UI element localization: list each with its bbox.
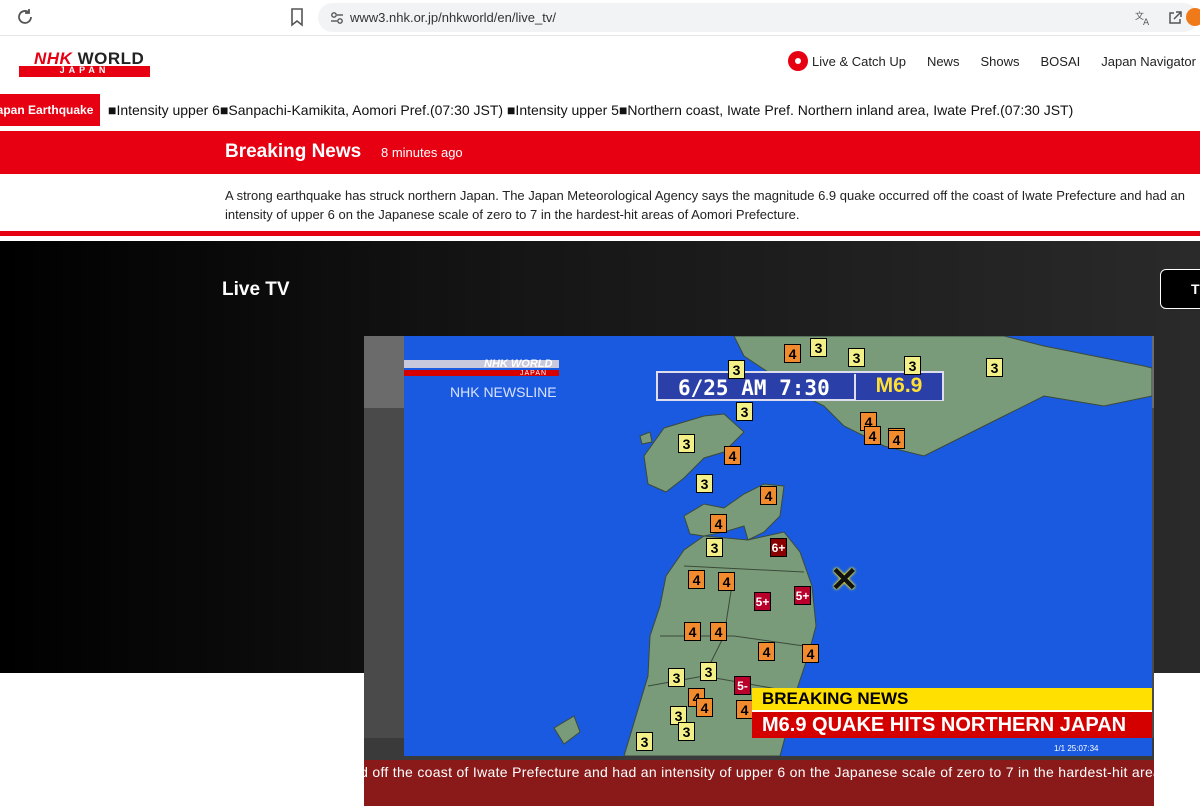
intensity-marker: 4 (688, 570, 705, 589)
broadcast-screen[interactable]: NHK WORLD JAPAN NHK NEWSLINE 6/25 AM 7:3… (404, 336, 1152, 756)
caption-bar: ed off the coast of Iwate Prefecture and… (364, 760, 1154, 806)
intensity-marker: 4 (684, 622, 701, 641)
quake-datetime: 6/25 AM 7:30 (678, 376, 830, 400)
intensity-marker: 4 (724, 446, 741, 465)
url-text[interactable]: www3.nhk.or.jp/nhkworld/en/live_tv/ (350, 10, 556, 25)
intensity-marker: 3 (736, 402, 753, 421)
datetime-box: 6/25 AM 7:30 M6.9 (656, 371, 944, 401)
intensity-marker: 5+ (794, 586, 811, 605)
address-bar[interactable]: www3.nhk.or.jp/nhkworld/en/live_tv/ 文A (318, 3, 1198, 32)
main-nav: Live & Catch Up News Shows BOSAI Japan N… (788, 36, 1200, 86)
nav-japan-navigator[interactable]: Japan Navigator (1101, 54, 1196, 69)
video-player[interactable]: NHK WORLD JAPAN NHK NEWSLINE 6/25 AM 7:3… (364, 336, 1154, 806)
site-header: NHK WORLD JAPAN Live & Catch Up News Sho… (0, 36, 1200, 94)
breaking-news-time: 8 minutes ago (381, 145, 463, 160)
intensity-marker: 4 (760, 486, 777, 505)
intensity-marker: 3 (700, 662, 717, 681)
intensity-marker: 3 (904, 356, 921, 375)
nav-shows[interactable]: Shows (980, 54, 1019, 69)
broadcast-clock: 1/1 25:07:34 (1054, 744, 1099, 753)
live-broadcast-icon (788, 51, 808, 71)
ticker-label: Japan Earthquake (0, 94, 100, 126)
breaking-news-title: Breaking News (225, 141, 362, 162)
live-tv-title: Live TV (222, 279, 290, 300)
intensity-marker: 4 (736, 700, 753, 719)
browser-toolbar: www3.nhk.or.jp/nhkworld/en/live_tv/ 文A (0, 0, 1200, 36)
intensity-marker: 3 (678, 434, 695, 453)
intensity-marker: 4 (696, 698, 713, 717)
breaking-news-body[interactable]: A strong earthquake has struck northern … (0, 174, 1200, 236)
intensity-marker: 4 (710, 514, 727, 533)
breaking-news-strap: BREAKING NEWS (752, 688, 1152, 710)
intensity-marker: 4 (802, 644, 819, 663)
intensity-marker: 3 (678, 722, 695, 741)
nav-live-catch-up[interactable]: Live & Catch Up (788, 51, 906, 71)
quake-magnitude: M6.9 (854, 374, 942, 400)
intensity-marker: 4 (784, 344, 801, 363)
intensity-marker: 3 (696, 474, 713, 493)
intensity-marker: 3 (986, 358, 1003, 377)
bookmark-icon[interactable] (288, 7, 306, 27)
program-table-button[interactable]: T (1160, 269, 1200, 309)
intensity-marker: 4 (864, 426, 881, 445)
earthquake-ticker[interactable]: Japan Earthquake ■Intensity upper 6■Sanp… (0, 94, 1200, 128)
intensity-marker: 4 (758, 642, 775, 661)
nav-label: Live & Catch Up (812, 53, 906, 69)
svg-text:A: A (1143, 18, 1150, 27)
intensity-marker: 5- (734, 676, 751, 695)
broadcast-logo: NHK WORLD JAPAN (404, 358, 559, 382)
intensity-marker: 4 (888, 430, 905, 449)
intensity-marker: 3 (848, 348, 865, 367)
extension-icon[interactable] (1186, 8, 1200, 26)
site-info-icon[interactable] (328, 9, 346, 27)
intensity-marker: 3 (706, 538, 723, 557)
intensity-marker: 4 (710, 622, 727, 641)
intensity-marker: 3 (636, 732, 653, 751)
nhk-world-logo[interactable]: NHK WORLD JAPAN (19, 49, 151, 77)
epicenter-icon: ✕ (830, 561, 859, 599)
ticker-text[interactable]: ■Intensity upper 6■Sanpachi-Kamikita, Ao… (108, 102, 1073, 118)
logo-band: JAPAN (19, 65, 150, 77)
breaking-news-banner[interactable]: Breaking News 8 minutes ago (0, 131, 1200, 174)
intensity-marker: 4 (718, 572, 735, 591)
program-name: NHK NEWSLINE (450, 384, 557, 400)
intensity-marker: 3 (668, 668, 685, 687)
breaking-news-text: A strong earthquake has struck northern … (225, 188, 1185, 222)
translate-icon[interactable]: 文A (1134, 9, 1152, 28)
intensity-marker: 3 (728, 360, 745, 379)
intensity-marker: 3 (810, 338, 827, 357)
nav-bosai[interactable]: BOSAI (1040, 54, 1080, 69)
intensity-marker: 5+ (754, 592, 771, 611)
headline-strap: M6.9 QUAKE HITS NORTHERN JAPAN (752, 710, 1152, 738)
nav-news[interactable]: News (927, 54, 960, 69)
share-icon[interactable] (1166, 9, 1184, 27)
intensity-marker: 6+ (770, 538, 787, 557)
reload-icon[interactable] (14, 6, 36, 28)
caption-text: ed off the coast of Iwate Prefecture and… (364, 764, 1154, 780)
